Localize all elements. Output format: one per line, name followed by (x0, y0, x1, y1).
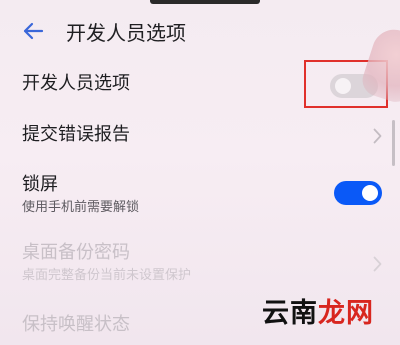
page-title: 开发人员选项 (66, 21, 186, 45)
setting-title: 保持唤醒状态 (22, 314, 130, 335)
app-header: 开发人员选项 (0, 10, 400, 54)
site-watermark: 云南 龙网 (262, 296, 390, 332)
back-arrow-icon (22, 22, 44, 44)
lock-screen-toggle[interactable] (334, 181, 382, 205)
setting-row-desktop-backup-password: 桌面备份密码 桌面完整备份当前未设置保护 (0, 238, 400, 288)
setting-title: 开发人员选项 (22, 73, 130, 94)
setting-subtitle: 使用手机前需要解锁 (22, 200, 140, 215)
watermark-text-black: 云南 (262, 298, 318, 329)
toggle-knob (362, 185, 378, 201)
setting-title: 锁屏 (22, 174, 58, 195)
chevron-right-icon (372, 128, 382, 144)
setting-title: 提交错误报告 (22, 124, 130, 145)
status-bar-notch (150, 0, 260, 4)
setting-subtitle: 桌面完整备份当前未设置保护 (22, 268, 192, 283)
setting-title: 桌面备份密码 (22, 242, 130, 263)
setting-row-submit-bug-report[interactable]: 提交错误报告 (0, 120, 400, 154)
chevron-right-icon (372, 256, 382, 272)
settings-page: 开发人员选项 开发人员选项 提交错误报告 锁屏 使用手机前需要解锁 桌面备份密码… (0, 0, 400, 345)
setting-row-lock-screen[interactable]: 锁屏 使用手机前需要解锁 (0, 170, 400, 218)
back-button[interactable] (18, 20, 48, 46)
scrollbar[interactable] (392, 120, 395, 166)
watermark-text-red: 龙网 (318, 298, 374, 329)
